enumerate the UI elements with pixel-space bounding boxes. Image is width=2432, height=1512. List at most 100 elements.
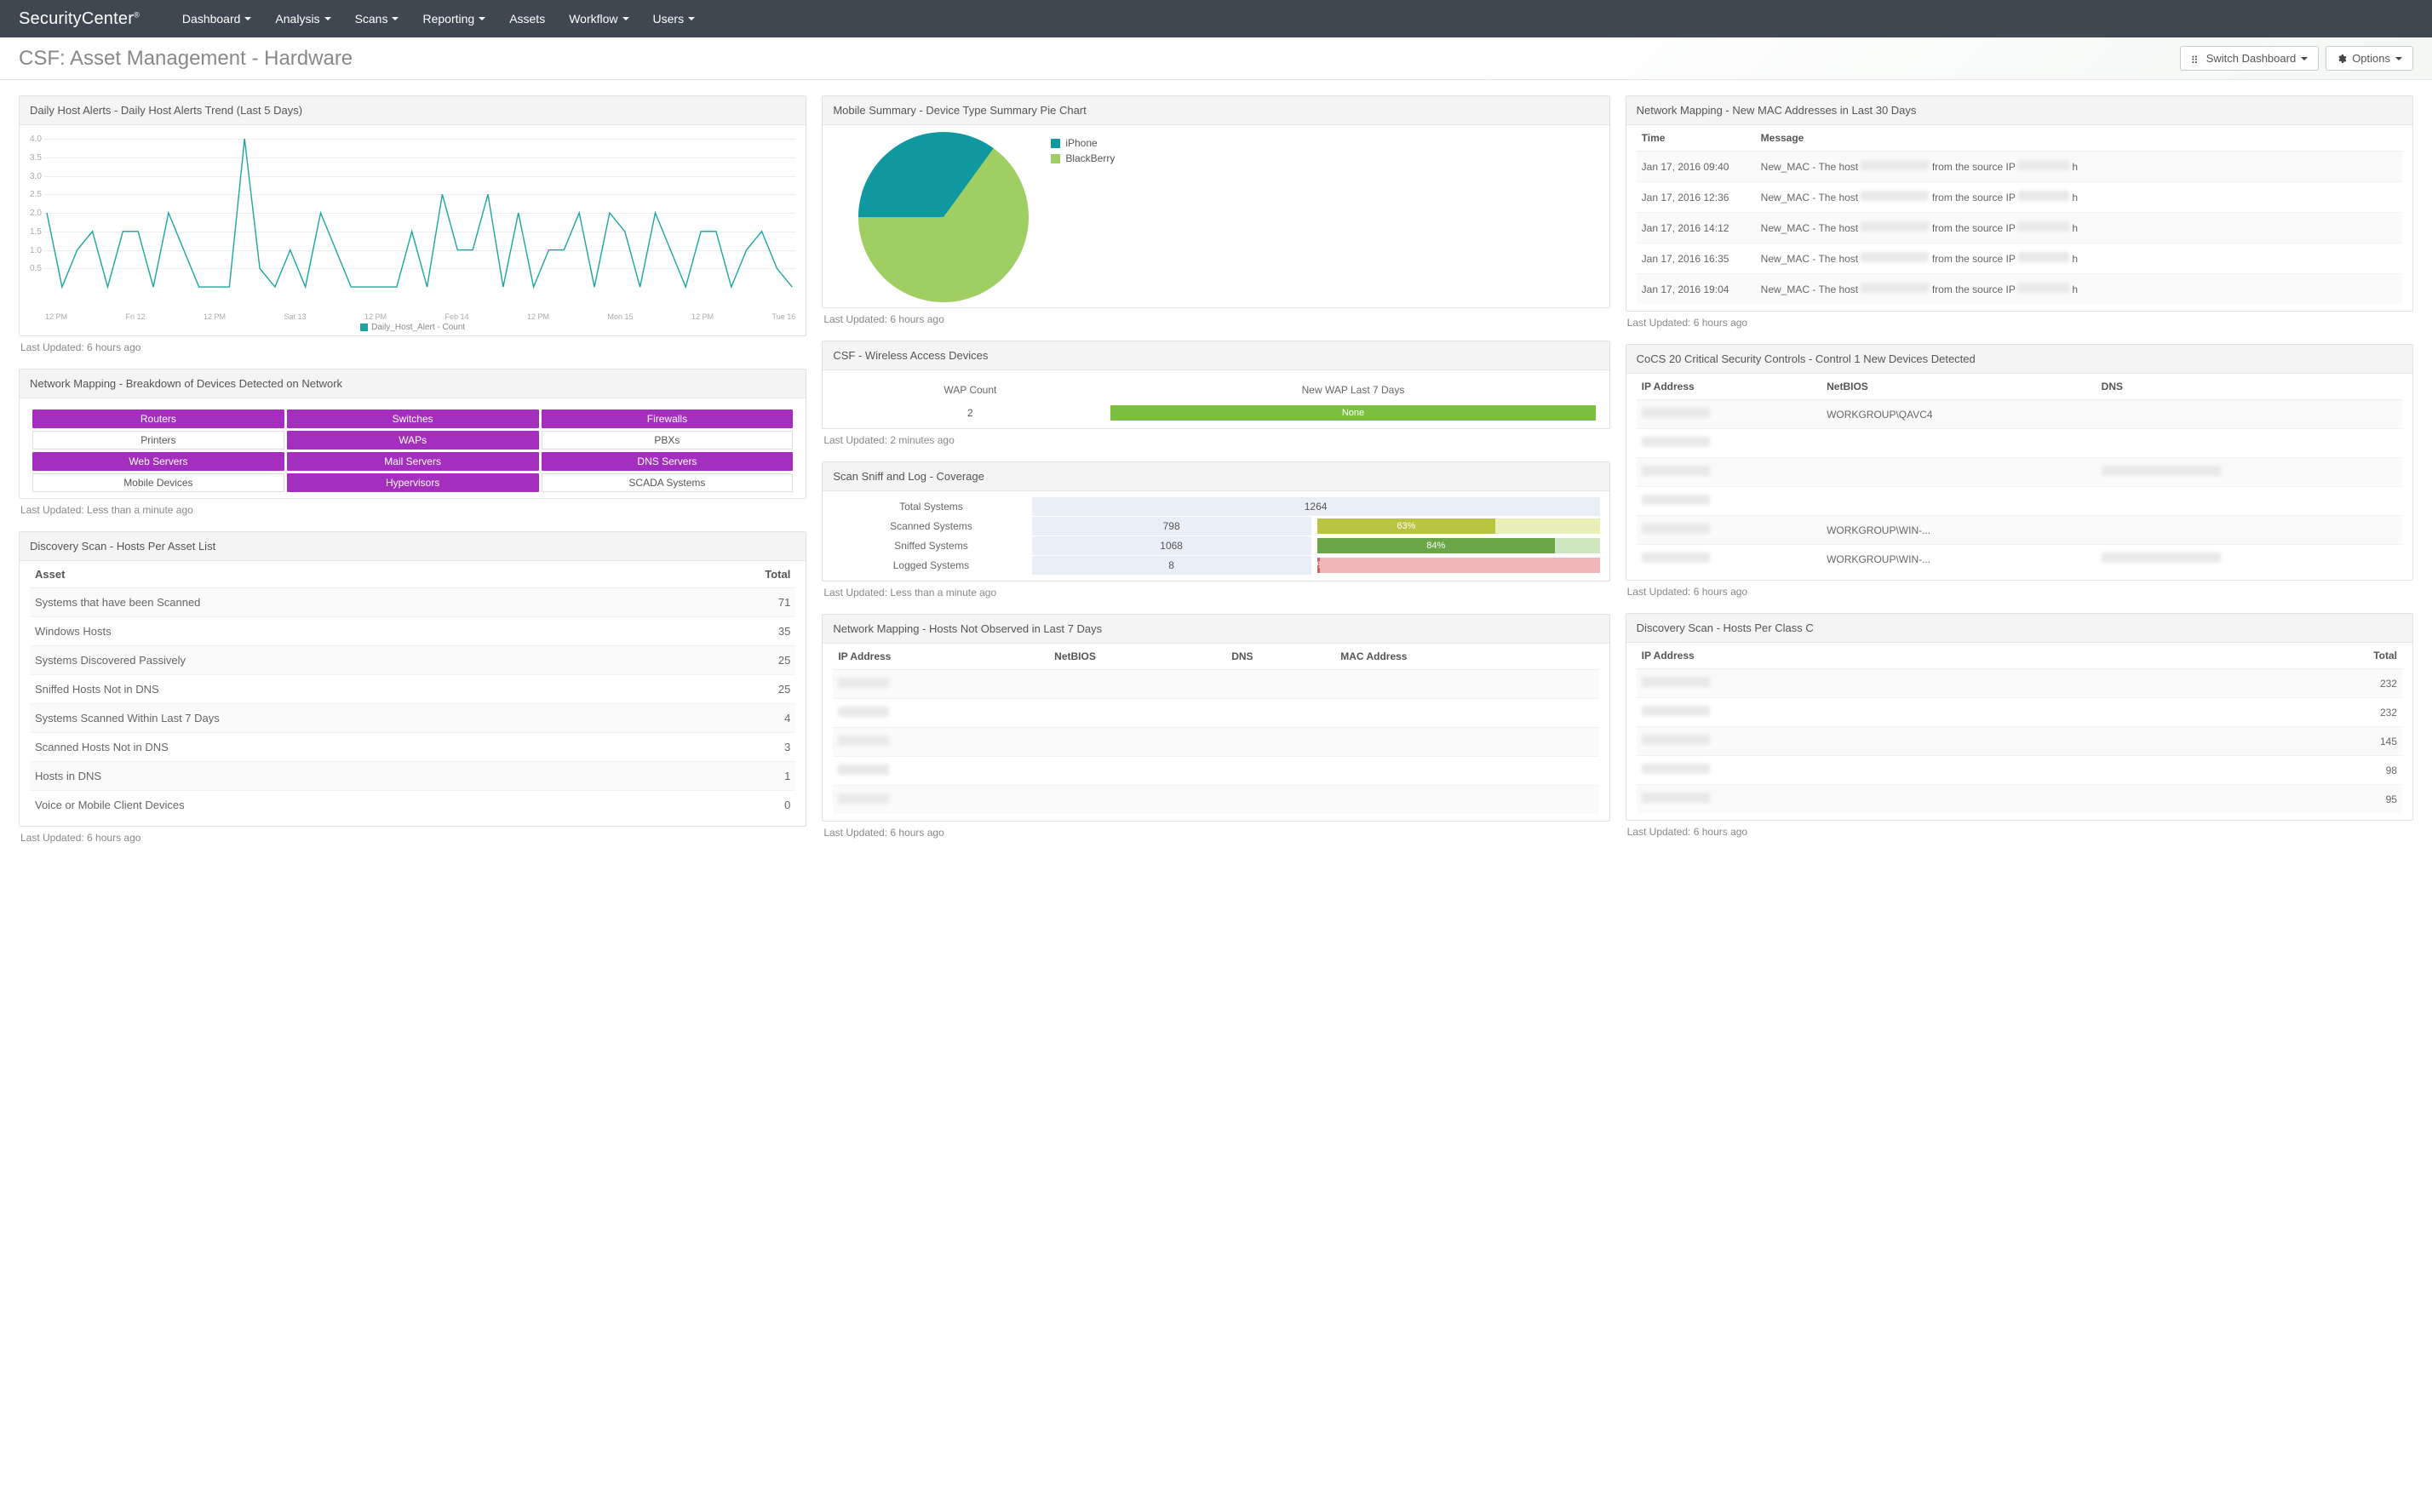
device-cell[interactable]: DNS Servers bbox=[542, 452, 794, 471]
panel-daily-host-alerts: Daily Host Alerts - Daily Host Alerts Tr… bbox=[19, 95, 806, 353]
panel-title: CoCS 20 Critical Security Controls - Con… bbox=[1626, 345, 2412, 374]
panel-scan-coverage: Scan Sniff and Log - Coverage Total Syst… bbox=[822, 461, 1609, 598]
nav-item-assets[interactable]: Assets bbox=[497, 0, 557, 37]
nav-item-reporting[interactable]: Reporting bbox=[410, 0, 497, 37]
table-row[interactable]: WORKGROUP\WIN-... bbox=[1637, 545, 2402, 574]
table-row[interactable]: Voice or Mobile Client Devices0 bbox=[30, 791, 795, 820]
table-row[interactable]: WORKGROUP\WIN-... bbox=[1637, 516, 2402, 545]
table-row[interactable] bbox=[1637, 458, 2402, 487]
top-nav: SecurityCenter® DashboardAnalysisScansRe… bbox=[0, 0, 2432, 37]
table-row[interactable]: Sniffed Hosts Not in DNS25 bbox=[30, 675, 795, 704]
asset-list-table: AssetTotalSystems that have been Scanned… bbox=[30, 561, 795, 819]
table-row[interactable]: Jan 17, 2016 14:12New_MAC - The host fro… bbox=[1637, 213, 2402, 243]
chevron-down-icon bbox=[2301, 57, 2308, 60]
panel-title: Mobile Summary - Device Type Summary Pie… bbox=[823, 96, 1609, 125]
mac-log-table: TimeMessageJan 17, 2016 09:40New_MAC - T… bbox=[1637, 125, 2402, 304]
last-updated: Last Updated: 6 hours ago bbox=[822, 822, 1609, 839]
chevron-down-icon bbox=[392, 17, 399, 20]
chevron-down-icon bbox=[479, 17, 485, 20]
last-updated: Last Updated: Less than a minute ago bbox=[19, 499, 806, 516]
last-updated: Last Updated: Less than a minute ago bbox=[822, 581, 1609, 598]
table-row[interactable]: Jan 17, 2016 19:04New_MAC - The host fro… bbox=[1637, 274, 2402, 305]
chevron-down-icon bbox=[324, 17, 331, 20]
nav-item-scans[interactable]: Scans bbox=[343, 0, 411, 37]
device-cell[interactable]: Mobile Devices bbox=[32, 473, 284, 492]
device-cell[interactable]: SCADA Systems bbox=[542, 473, 794, 492]
table-row[interactable]: Windows Hosts35 bbox=[30, 617, 795, 646]
table-row[interactable] bbox=[1637, 429, 2402, 458]
last-updated: Last Updated: 6 hours ago bbox=[19, 336, 806, 353]
panel-title: Discovery Scan - Hosts Per Class C bbox=[1626, 614, 2412, 643]
nav-item-workflow[interactable]: Workflow bbox=[557, 0, 640, 37]
coverage-table: Total Systems1264Scanned Systems79863%Sn… bbox=[831, 496, 1600, 576]
legend-item: iPhone bbox=[1051, 137, 1115, 149]
brand-logo: SecurityCenter® bbox=[19, 9, 140, 29]
switch-dashboard-button[interactable]: Switch Dashboard bbox=[2180, 46, 2320, 71]
options-button[interactable]: Options bbox=[2326, 46, 2413, 71]
device-matrix: RoutersSwitchesFirewalls PrintersWAPsPBXs… bbox=[30, 407, 795, 495]
new-wap-bar: None bbox=[1110, 405, 1595, 421]
panel-cocs-control1: CoCS 20 Critical Security Controls - Con… bbox=[1626, 344, 2413, 598]
nav-item-analysis[interactable]: Analysis bbox=[263, 0, 342, 37]
table-row[interactable]: 145 bbox=[1637, 727, 2402, 756]
line-chart[interactable]: 0.51.01.52.02.53.03.54.012 PMFri 1212 PM… bbox=[30, 134, 795, 321]
table-row[interactable]: 98 bbox=[1637, 756, 2402, 785]
grid-icon bbox=[2191, 54, 2201, 64]
nav-item-dashboard[interactable]: Dashboard bbox=[170, 0, 264, 37]
chevron-down-icon bbox=[688, 17, 695, 20]
panel-wireless-access: CSF - Wireless Access Devices WAP CountN… bbox=[822, 341, 1609, 446]
panel-new-mac: Network Mapping - New MAC Addresses in L… bbox=[1626, 95, 2413, 329]
table-row[interactable]: Systems Scanned Within Last 7 Days4 bbox=[30, 704, 795, 733]
table-row[interactable]: Jan 17, 2016 12:36New_MAC - The host fro… bbox=[1637, 182, 2402, 213]
device-cell[interactable]: Hypervisors bbox=[287, 473, 539, 492]
last-updated: Last Updated: 6 hours ago bbox=[1626, 581, 2413, 598]
panel-title: Discovery Scan - Hosts Per Asset List bbox=[20, 532, 806, 561]
table-row[interactable]: WORKGROUP\QAVC4 bbox=[1637, 400, 2402, 429]
panel-not-observed: Network Mapping - Hosts Not Observed in … bbox=[822, 614, 1609, 839]
table-row[interactable]: Jan 17, 2016 16:35New_MAC - The host fro… bbox=[1637, 243, 2402, 274]
table-row[interactable] bbox=[833, 670, 1598, 699]
gear-icon bbox=[2337, 54, 2347, 64]
chevron-down-icon bbox=[622, 17, 629, 20]
page-title: CSF: Asset Management - Hardware bbox=[19, 47, 353, 71]
nav-menu: DashboardAnalysisScansReportingAssetsWor… bbox=[170, 0, 707, 37]
device-cell[interactable]: Web Servers bbox=[32, 452, 284, 471]
wap-count: 2 bbox=[833, 401, 1107, 425]
panel-title: Daily Host Alerts - Daily Host Alerts Tr… bbox=[20, 96, 806, 125]
table-row[interactable] bbox=[1637, 487, 2402, 516]
pie-chart[interactable] bbox=[858, 132, 1029, 302]
table-row[interactable]: Scanned Hosts Not in DNS3 bbox=[30, 733, 795, 762]
table-row[interactable]: Hosts in DNS1 bbox=[30, 762, 795, 791]
table-row[interactable]: 95 bbox=[1637, 785, 2402, 814]
panel-title: Scan Sniff and Log - Coverage bbox=[823, 462, 1609, 491]
panel-title: Network Mapping - New MAC Addresses in L… bbox=[1626, 96, 2412, 125]
pie-legend: iPhoneBlackBerry bbox=[1051, 137, 1115, 168]
table-row[interactable] bbox=[833, 757, 1598, 786]
device-cell[interactable]: Firewalls bbox=[542, 410, 794, 428]
panel-title: Network Mapping - Breakdown of Devices D… bbox=[20, 369, 806, 398]
chart-legend: Daily_Host_Alert - Count bbox=[30, 323, 795, 332]
wireless-table: WAP CountNew WAP Last 7 Days2None bbox=[833, 379, 1598, 425]
last-updated: Last Updated: 6 hours ago bbox=[19, 827, 806, 844]
device-cell[interactable]: Routers bbox=[32, 410, 284, 428]
device-cell[interactable]: PBXs bbox=[542, 431, 794, 450]
device-cell[interactable]: WAPs bbox=[287, 431, 539, 450]
last-updated: Last Updated: 6 hours ago bbox=[1626, 821, 2413, 838]
table-row[interactable]: 232 bbox=[1637, 698, 2402, 727]
nav-item-users[interactable]: Users bbox=[641, 0, 708, 37]
not-observed-table: IP AddressNetBIOSDNSMAC Address bbox=[833, 644, 1598, 814]
device-cell[interactable]: Switches bbox=[287, 410, 539, 428]
panel-hosts-per-asset: Discovery Scan - Hosts Per Asset List As… bbox=[19, 531, 806, 844]
table-row[interactable]: Systems Discovered Passively25 bbox=[30, 646, 795, 675]
panel-hosts-per-class-c: Discovery Scan - Hosts Per Class C IP Ad… bbox=[1626, 613, 2413, 838]
table-row[interactable]: Jan 17, 2016 09:40New_MAC - The host fro… bbox=[1637, 152, 2402, 182]
table-row[interactable]: Systems that have been Scanned71 bbox=[30, 588, 795, 617]
table-row[interactable] bbox=[833, 728, 1598, 757]
device-cell[interactable]: Printers bbox=[32, 431, 284, 450]
chevron-down-icon bbox=[2395, 57, 2402, 60]
panel-title: CSF - Wireless Access Devices bbox=[823, 341, 1609, 370]
table-row[interactable] bbox=[833, 786, 1598, 815]
table-row[interactable] bbox=[833, 699, 1598, 728]
table-row[interactable]: 232 bbox=[1637, 669, 2402, 698]
device-cell[interactable]: Mail Servers bbox=[287, 452, 539, 471]
